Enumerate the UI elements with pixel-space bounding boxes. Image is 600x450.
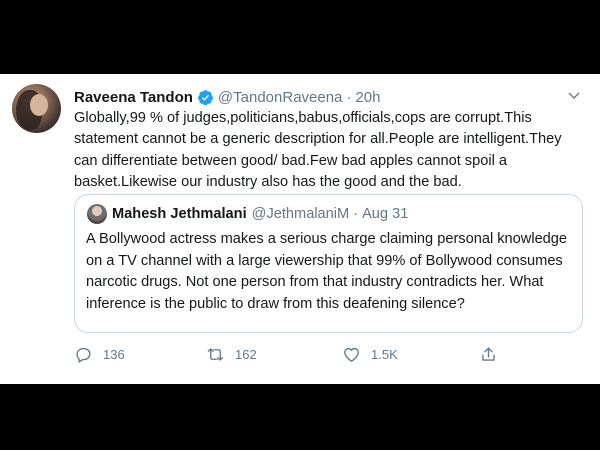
avatar-face [30, 94, 48, 116]
verified-badge-icon [197, 89, 213, 105]
quoted-date: Aug 31 [362, 206, 409, 222]
share-icon [482, 346, 495, 361]
author-handle[interactable]: @TandonRaveena [218, 89, 342, 106]
tweet-card: Raveena Tandon @TandonRaveena · 20h Glob… [0, 74, 600, 384]
quoted-author-name: Mahesh Jethmalani [112, 206, 247, 222]
heart-icon [344, 347, 359, 362]
quoted-tweet-text: A Bollywood actress makes a serious char… [86, 231, 568, 312]
reply-icon [76, 347, 91, 363]
tweet-timestamp[interactable]: 20h [355, 89, 380, 106]
quoted-tweet[interactable]: Mahesh Jethmalani @JethmalaniM · Aug 31 … [74, 194, 583, 333]
author-name[interactable]: Raveena Tandon [74, 89, 193, 106]
action-bar: 136 162 1.5K [74, 342, 504, 366]
reply-count: 136 [103, 346, 125, 362]
like-button[interactable]: 1.5K [342, 342, 398, 366]
reply-button[interactable]: 136 [74, 342, 125, 366]
quoted-author-handle: @JethmalaniM [251, 206, 350, 222]
author-avatar[interactable] [12, 84, 61, 133]
share-button[interactable] [479, 342, 498, 366]
chevron-down-icon[interactable] [566, 88, 582, 104]
retweet-button[interactable]: 162 [206, 342, 257, 366]
quoted-tweet-header: Mahesh Jethmalani @JethmalaniM · Aug 31 [112, 206, 408, 222]
retweet-icon [207, 347, 224, 361]
retweet-count: 162 [235, 346, 257, 362]
like-count: 1.5K [371, 346, 398, 362]
quoted-author-avatar [87, 204, 107, 224]
quoted-separator-dot: · [353, 206, 359, 222]
separator-dot: · [346, 88, 352, 106]
tweet-text: Globally,99 % of judges,politicians,babu… [74, 110, 562, 190]
tweet-header: Raveena Tandon @TandonRaveena · 20h [74, 87, 380, 107]
